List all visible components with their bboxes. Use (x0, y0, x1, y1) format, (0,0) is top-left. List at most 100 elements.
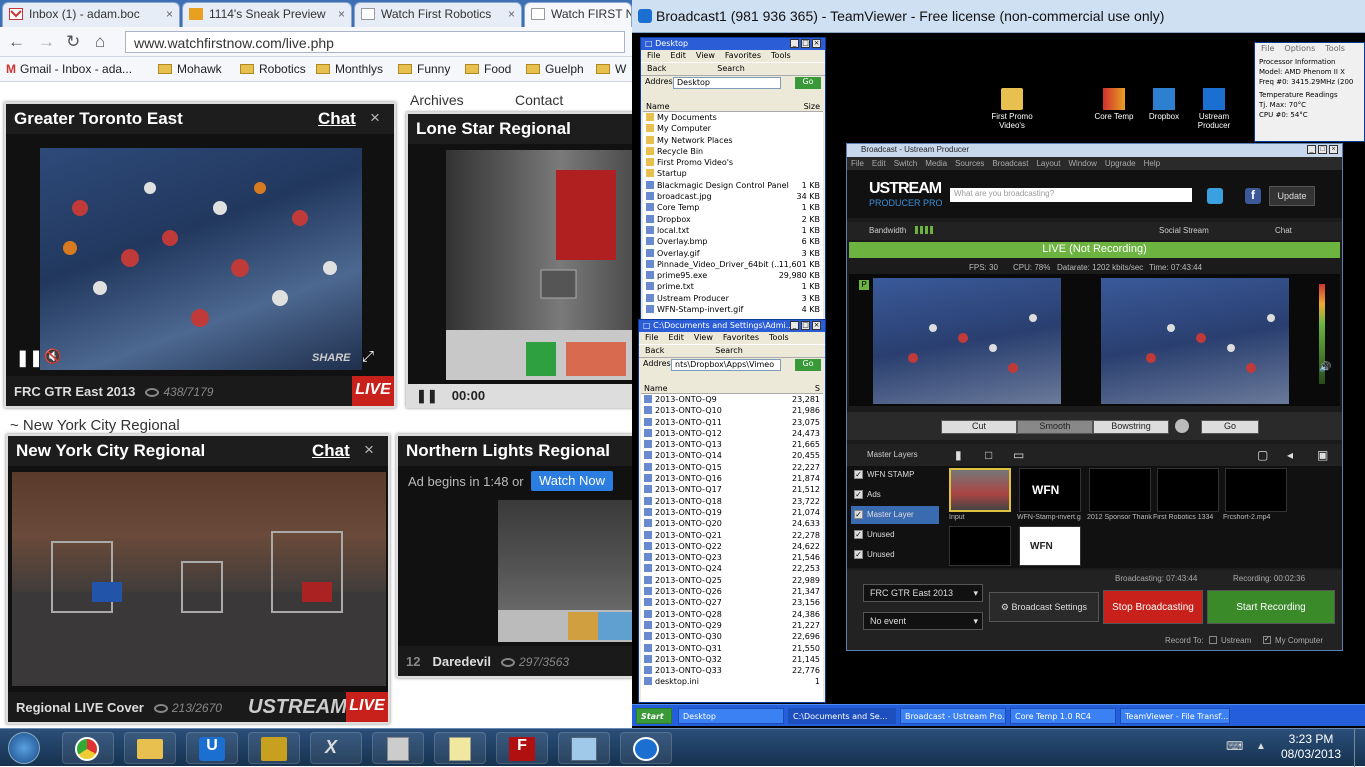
file-row[interactable]: 2013-ONTO-Q20 24,633 (641, 518, 823, 529)
taskbar-item-desktop[interactable]: Desktop (678, 708, 784, 724)
video-player[interactable] (12, 472, 386, 686)
close-icon[interactable]: × (812, 39, 821, 48)
bookmark-gmail[interactable]: M Gmail - Inbox - ada... (6, 62, 132, 76)
home-icon[interactable]: ⌂ (95, 32, 105, 52)
show-desktop-button[interactable] (1354, 729, 1365, 767)
bookmark-robotics[interactable]: Robotics (240, 62, 306, 76)
menu-item[interactable]: Broadcast (992, 159, 1028, 168)
file-row[interactable]: 2013-ONTO-Q14 20,455 (641, 450, 823, 461)
menu-item[interactable]: Window (1068, 159, 1096, 168)
file-row[interactable]: 2013-ONTO-Q29 21,227 (641, 620, 823, 631)
bookmark-food[interactable]: Food (465, 62, 511, 76)
file-row[interactable]: 2013-ONTO-Q10 21,986 (641, 405, 823, 416)
file-row[interactable]: 2013-ONTO-Q30 22,696 (641, 631, 823, 642)
taskbar-item-ustream[interactable]: Broadcast - Ustream Pro... (900, 708, 1006, 724)
search-button[interactable]: Search (715, 346, 742, 355)
close-icon[interactable]: × (364, 440, 374, 460)
social-stream-button[interactable]: Social Stream (1159, 226, 1209, 235)
start-recording-button[interactable]: Start Recording (1207, 590, 1335, 624)
camera-icon[interactable]: ▮ (955, 448, 962, 462)
file-row[interactable]: 2013-ONTO-Q24 22,253 (641, 563, 823, 574)
close-icon[interactable]: × (1329, 145, 1338, 154)
menu-item[interactable]: File (851, 159, 864, 168)
file-row[interactable]: 2013-ONTO-Q25 22,989 (641, 575, 823, 586)
checkbox-icon[interactable]: ✓ (854, 490, 863, 499)
settings-icon[interactable]: ▣ (1317, 448, 1328, 462)
file-row[interactable]: 2013-ONTO-Q23 21,546 (641, 552, 823, 563)
minimize-icon[interactable]: _ (790, 321, 799, 330)
chat-link[interactable]: Chat (312, 441, 350, 461)
address-field[interactable]: nts\Dropbox\Apps\Vimeo (671, 359, 781, 371)
file-row[interactable]: 2013-ONTO-Q19 21,074 (641, 507, 823, 518)
address-bar[interactable]: www.watchfirstnow.com/live.php (125, 31, 625, 53)
maximize-icon[interactable]: □ (801, 39, 810, 48)
live-video[interactable] (1101, 278, 1289, 404)
speaker-icon[interactable]: ◂ (1287, 448, 1293, 462)
preview-video[interactable] (873, 278, 1061, 404)
thumb-input[interactable] (949, 468, 1011, 512)
thumb-empty[interactable] (949, 526, 1011, 566)
search-button[interactable]: Search (717, 64, 744, 73)
cut-button[interactable]: Cut (941, 420, 1017, 434)
file-row[interactable]: My Documents (643, 112, 823, 123)
start-orb-icon[interactable] (8, 732, 40, 764)
file-row[interactable]: 2013-ONTO-Q21 22,278 (641, 530, 823, 541)
back-icon[interactable]: ← (8, 32, 25, 52)
file-row[interactable]: 2013-ONTO-Q13 21,665 (641, 439, 823, 450)
file-row[interactable]: 2013-ONTO-Q22 24,622 (641, 541, 823, 552)
taskbar-paint[interactable] (558, 732, 610, 764)
checkbox-icon[interactable] (1209, 636, 1217, 644)
minimize-icon[interactable]: _ (790, 39, 799, 48)
menu-item[interactable]: Layout (1036, 159, 1060, 168)
file-row[interactable]: prime95.exe 29,980 KB (643, 270, 823, 281)
tab-gmail[interactable]: Inbox (1) - adam.boc × (2, 2, 180, 27)
tab-watch-first-now[interactable]: Watch FIRST N (524, 2, 632, 27)
file-row[interactable]: WFN-Stamp-invert.gif 4 KB (643, 304, 823, 315)
file-row[interactable]: Dropbox 2 KB (643, 214, 823, 225)
share-button[interactable]: SHARE (312, 352, 351, 364)
menu-item[interactable]: Media (925, 159, 947, 168)
file-row[interactable]: First Promo Video's (643, 157, 823, 168)
checkbox-icon[interactable]: ✓ (854, 530, 863, 539)
file-row[interactable]: 2013-ONTO-Q28 24,386 (641, 609, 823, 620)
update-button[interactable]: Update (1269, 186, 1315, 206)
transition-speed-icon[interactable] (1175, 419, 1189, 433)
bowstring-select[interactable]: Bowstring (1093, 420, 1169, 434)
file-row[interactable]: Ustream Producer 3 KB (643, 293, 823, 304)
layout-icon[interactable]: ▢ (1257, 448, 1268, 462)
go-button[interactable]: Go (1201, 420, 1259, 434)
tab-sneak-preview[interactable]: 1114's Sneak Preview × (182, 2, 352, 27)
reload-icon[interactable]: ↻ (66, 32, 80, 52)
address-field[interactable]: Desktop (673, 77, 781, 89)
checkbox-icon[interactable]: ✓ (1263, 636, 1271, 644)
pause-icon[interactable]: ❚❚ (416, 388, 438, 403)
channel-name[interactable]: FRC GTR East 2013 (14, 384, 135, 399)
broadcast-settings-button[interactable]: ⚙ Broadcast Settings (989, 592, 1099, 622)
watch-now-button[interactable]: Watch Now (531, 471, 613, 491)
layer-wfn-stamp[interactable]: ✓ WFN STAMP (851, 466, 939, 484)
facebook-icon[interactable]: f (1245, 188, 1261, 204)
volume-icon[interactable]: 🔊 (1319, 362, 1331, 373)
file-row[interactable]: Overlay.bmp 6 KB (643, 236, 823, 247)
bookmark-guelph[interactable]: Guelph (526, 62, 584, 76)
taskbar-item-coretemp[interactable]: Core Temp 1.0 RC4 (1010, 708, 1116, 724)
file-row[interactable]: 2013-ONTO-Q11 23,075 (641, 417, 823, 428)
thumb-wfn-logo[interactable]: WFN (1019, 526, 1081, 566)
stop-broadcasting-button[interactable]: Stop Broadcasting (1103, 590, 1203, 624)
keyboard-icon[interactable]: ⌨ (1226, 739, 1243, 753)
fullscreen-icon[interactable]: ⤢ (362, 348, 374, 365)
menu-item[interactable]: Switch (894, 159, 918, 168)
taskbar-filezilla[interactable]: F (496, 732, 548, 764)
file-row[interactable]: Blackmagic Design Control Panel 1 KB (643, 180, 823, 191)
bookmark-monthlys[interactable]: Monthlys (316, 62, 383, 76)
nav-archives[interactable]: Archives (410, 92, 464, 108)
taskbar-chrome[interactable] (62, 732, 114, 764)
close-icon[interactable]: × (338, 7, 345, 21)
file-row[interactable]: desktop.ini 1 (641, 676, 823, 687)
chat-link[interactable]: Chat (318, 109, 356, 129)
file-row[interactable]: Core Temp 1 KB (643, 202, 823, 213)
twitter-icon[interactable] (1207, 188, 1223, 204)
thumb-wfn-stamp[interactable]: WFN (1019, 468, 1081, 512)
thumb-frcshort[interactable] (1225, 468, 1287, 512)
thumb-first-robotics[interactable] (1157, 468, 1219, 512)
